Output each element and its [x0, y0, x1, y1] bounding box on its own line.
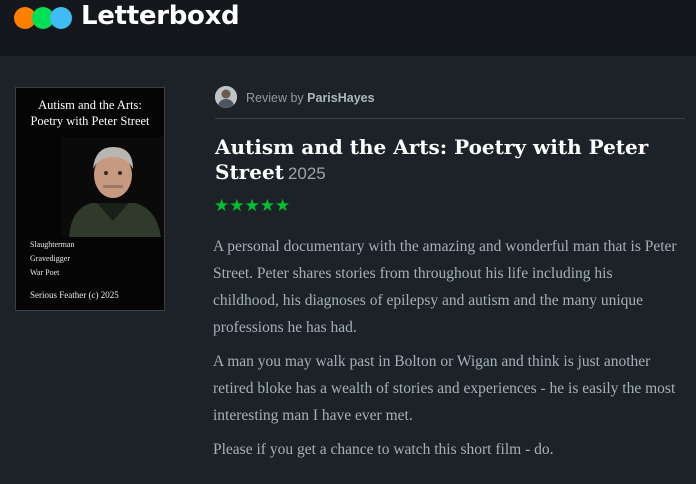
poster-footer: Serious Feather (c) 2025 [30, 290, 119, 300]
poster-title: Autism and the Arts: Poetry with Peter S… [16, 97, 164, 129]
blue-dot [50, 7, 72, 29]
poster-title-line-1: Autism and the Arts: [38, 98, 142, 112]
avatar-image [215, 86, 237, 108]
poster-title-line-2: Poetry with Peter Street [30, 114, 150, 128]
site-logo-wordmark[interactable]: Letterboxd [81, 1, 240, 31]
avatar[interactable] [215, 86, 237, 108]
review-text: A personal documentary with the amazing … [213, 233, 678, 470]
poster-credits: Slaughterman Gravedigger War Poet [30, 238, 74, 280]
film-poster[interactable]: Autism and the Arts: Poetry with Peter S… [15, 87, 165, 311]
review-by-prefix: Review by [246, 91, 304, 105]
site-header: Letterboxd [0, 0, 696, 56]
poster-credit-3: War Poet [30, 268, 60, 277]
poster-portrait-image [61, 137, 164, 237]
letterboxd-logo-icon[interactable] [14, 7, 74, 29]
film-year-link[interactable]: 2025 [288, 164, 326, 183]
film-title-heading: Autism and the Arts: Poetry with Peter S… [215, 135, 665, 186]
review-by-label: Review by ParisHayes [246, 91, 375, 105]
divider [215, 118, 685, 119]
reviewer-username-link[interactable]: ParisHayes [307, 91, 374, 105]
review-paragraph-2: A man you may walk past in Bolton or Wig… [213, 353, 676, 424]
review-paragraph-1: A personal documentary with the amazing … [213, 238, 677, 336]
review-page: Autism and the Arts: Poetry with Peter S… [0, 56, 696, 484]
poster-credit-1: Slaughterman [30, 240, 75, 249]
star-rating: ★★★★★ [214, 196, 291, 215]
review-paragraph-3: Please if you get a chance to watch this… [213, 441, 554, 458]
poster-credit-2: Gravedigger [30, 254, 70, 263]
film-title-link[interactable]: Autism and the Arts: Poetry with Peter S… [215, 135, 648, 184]
